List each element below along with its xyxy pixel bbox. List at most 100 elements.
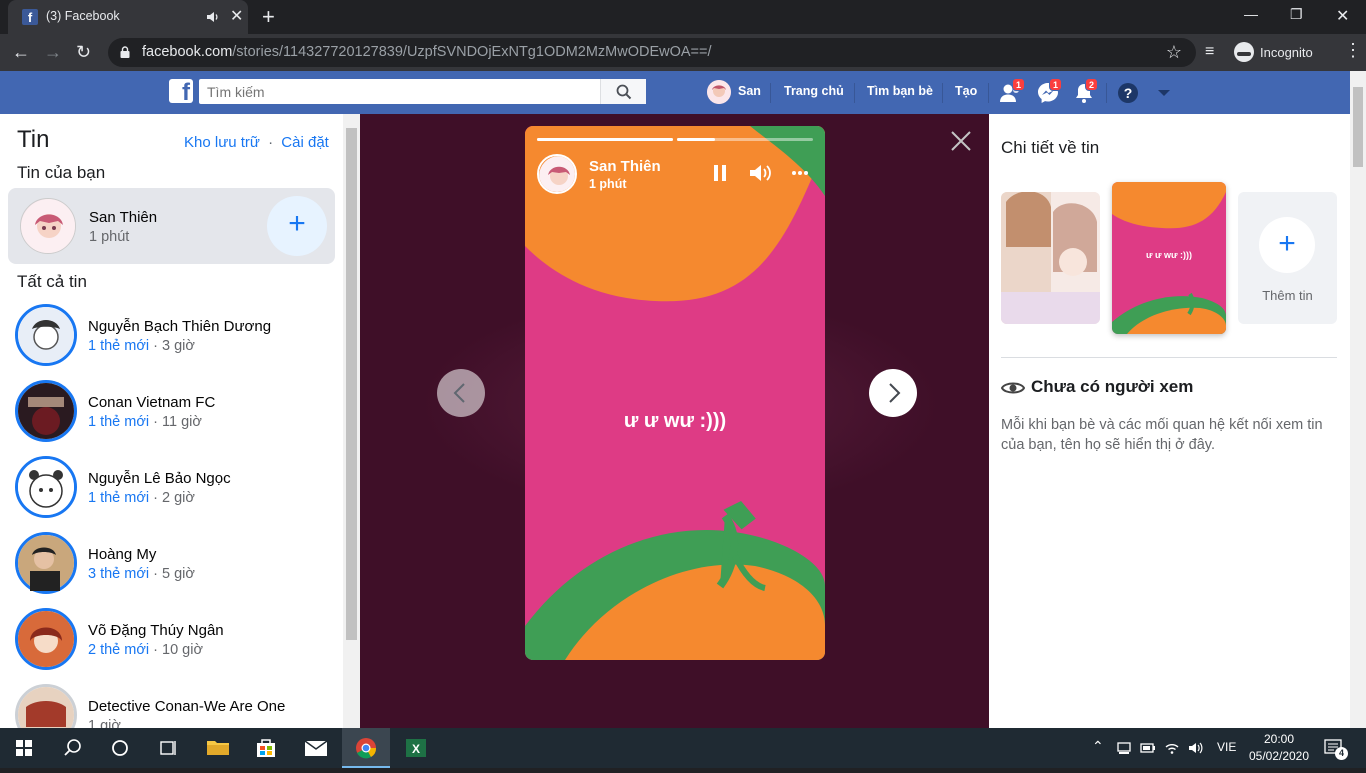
- incognito-indicator[interactable]: Incognito: [1234, 40, 1313, 64]
- input-language[interactable]: VIE: [1217, 740, 1236, 754]
- story-list-item[interactable]: Nguyễn Lê Bảo Ngọc 1 thẻ mới · 2 giờ: [0, 452, 343, 528]
- search-icon: [64, 739, 81, 756]
- story-avatar: [18, 687, 74, 728]
- chrome-button[interactable]: [342, 728, 390, 768]
- minimize-icon[interactable]: —: [1244, 6, 1258, 22]
- story-list-item[interactable]: Conan Vietnam FC 1 thẻ mới · 11 giờ: [0, 376, 343, 452]
- mail-icon: [304, 740, 328, 756]
- story-author-name[interactable]: San Thiên: [589, 158, 661, 175]
- profile-avatar[interactable]: [707, 80, 731, 104]
- my-story-name: San Thiên: [89, 209, 158, 226]
- windows-logo-icon: [16, 740, 32, 756]
- story-card[interactable]: San Thiên 1 phút ư ư wư :))): [525, 126, 825, 660]
- story-background-art: [525, 126, 825, 660]
- messenger-badge: 1: [1049, 78, 1063, 91]
- bookmark-star-icon[interactable]: ☆: [1166, 42, 1182, 63]
- media-control-icon[interactable]: ≡: [1205, 43, 1214, 61]
- nav-home-link[interactable]: Trang chủ: [784, 84, 844, 98]
- tab-close-icon[interactable]: ✕: [230, 6, 243, 26]
- reload-icon[interactable]: ↻: [76, 42, 91, 63]
- new-tab-icon[interactable]: +: [262, 4, 275, 30]
- windows-taskbar: X ⌃ VIE 20:00 05/02/2020 4: [0, 728, 1366, 768]
- panel-divider: [1001, 357, 1337, 358]
- archive-link[interactable]: Kho lưu trữ: [184, 134, 260, 151]
- search-icon: [616, 84, 632, 100]
- search-input[interactable]: [207, 82, 587, 101]
- browser-tab[interactable]: f (3) Facebook ✕: [8, 0, 248, 34]
- add-story-card[interactable]: + Thêm tin: [1238, 192, 1337, 324]
- story-list-item[interactable]: Detective Conan-We Are One 1 giờ: [0, 680, 343, 728]
- story-thumbnail-1[interactable]: [1001, 192, 1100, 324]
- settings-link[interactable]: Cài đặt: [281, 134, 329, 151]
- forward-icon[interactable]: →: [44, 42, 62, 63]
- search-taskbar-button[interactable]: [48, 728, 96, 768]
- add-story-button[interactable]: +: [267, 196, 327, 256]
- tab-audio-icon[interactable]: [206, 10, 220, 24]
- sidebar-links: Kho lưu trữ · Cài đặt: [184, 134, 329, 151]
- story-author-name: Nguyễn Lê Bảo Ngọc: [88, 470, 231, 487]
- story-progress-segment: [677, 138, 813, 141]
- browser-menu-icon[interactable]: ⋮: [1344, 40, 1362, 61]
- facebook-header: f San Trang chủ Tìm bạn bè Tạo 1 1 2 ?: [0, 71, 1350, 114]
- story-list-item[interactable]: Nguyễn Bạch Thiên Dương 1 thẻ mới · 3 gi…: [0, 300, 343, 376]
- address-bar[interactable]: facebook.com/stories/114327720127839/Uzp…: [108, 38, 1196, 67]
- next-story-button[interactable]: [869, 369, 917, 417]
- back-icon[interactable]: ←: [12, 42, 30, 63]
- story-list-item[interactable]: Võ Đặng Thúy Ngân 2 thẻ mới · 10 giờ: [0, 604, 343, 680]
- battery-icon[interactable]: [1140, 740, 1156, 756]
- story-avatar: [18, 307, 74, 363]
- page-scrollbar[interactable]: [1350, 71, 1366, 728]
- close-viewer-icon[interactable]: [950, 130, 972, 152]
- network-drive-icon[interactable]: [1116, 740, 1132, 756]
- search-button[interactable]: [600, 79, 646, 104]
- restore-icon[interactable]: ❐: [1290, 6, 1303, 23]
- mail-button[interactable]: [292, 728, 340, 768]
- task-view-icon: [160, 741, 176, 755]
- link-separator: ·: [268, 134, 274, 151]
- sidebar-scrollbar[interactable]: [343, 114, 360, 728]
- cortana-button[interactable]: [96, 728, 144, 768]
- task-view-button[interactable]: [144, 728, 192, 768]
- story-time: 1 phút: [589, 177, 627, 191]
- story-author-name: Hoàng My: [88, 546, 157, 563]
- nav-divider: [942, 83, 943, 103]
- facebook-logo-icon[interactable]: f: [169, 79, 193, 103]
- store-button[interactable]: [242, 728, 290, 768]
- story-author-avatar[interactable]: [537, 154, 577, 194]
- story-avatar: [18, 611, 74, 667]
- volume-icon[interactable]: [749, 163, 773, 183]
- story-author-name: Nguyễn Bạch Thiên Dương: [88, 318, 272, 335]
- story-viewer: San Thiên 1 phút ư ư wư :))): [360, 114, 989, 728]
- story-avatar-ring: [15, 532, 77, 594]
- nav-profile-link[interactable]: San: [738, 84, 761, 98]
- account-menu-chevron-icon[interactable]: [1152, 81, 1176, 105]
- story-meta: 3 thẻ mới · 5 giờ: [88, 566, 195, 582]
- nav-create-link[interactable]: Tạo: [955, 84, 977, 98]
- story-list-item[interactable]: Hoàng My 3 thẻ mới · 5 giờ: [0, 528, 343, 604]
- cortana-circle-icon: [112, 740, 128, 756]
- start-button[interactable]: [0, 728, 48, 768]
- page-scrollbar-thumb[interactable]: [1353, 87, 1363, 167]
- add-story-plus-icon: +: [1259, 217, 1315, 273]
- show-hidden-icons-chevron-icon[interactable]: ⌃: [1092, 738, 1104, 755]
- excel-button[interactable]: X: [392, 728, 440, 768]
- my-story-item[interactable]: San Thiên 1 phút +: [8, 188, 335, 264]
- story-meta: 1 thẻ mới · 2 giờ: [88, 490, 195, 506]
- taskbar-clock[interactable]: 20:00 05/02/2020: [1246, 731, 1312, 765]
- nav-find-friends-link[interactable]: Tìm bạn bè: [867, 84, 933, 98]
- help-icon[interactable]: ?: [1116, 81, 1140, 105]
- chevron-right-icon: [889, 383, 901, 403]
- story-avatar-ring: [15, 684, 77, 728]
- more-options-icon[interactable]: [791, 170, 809, 176]
- sidebar-scrollbar-thumb[interactable]: [346, 128, 357, 640]
- window-close-icon[interactable]: ✕: [1336, 6, 1349, 26]
- action-center-button[interactable]: 4: [1318, 736, 1348, 760]
- previous-story-button[interactable]: [437, 369, 485, 417]
- speaker-icon[interactable]: [1188, 740, 1204, 756]
- wifi-icon[interactable]: [1164, 740, 1180, 756]
- svg-text:X: X: [412, 742, 420, 756]
- pause-icon[interactable]: [713, 164, 727, 182]
- file-explorer-button[interactable]: [194, 728, 242, 768]
- story-thumbnail-2-current[interactable]: ư ư wư :))): [1112, 182, 1226, 334]
- folder-icon: [207, 741, 229, 755]
